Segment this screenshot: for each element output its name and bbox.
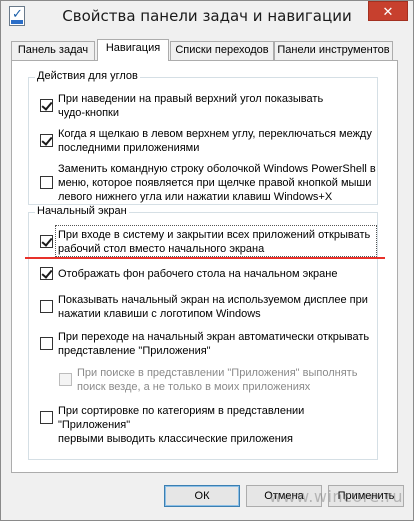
option-label: Отображать фон рабочего стола на начальн… xyxy=(58,268,338,280)
checkbox[interactable] xyxy=(40,235,53,248)
window-title: Свойства панели задач и навигации xyxy=(62,7,352,25)
tab-navigation[interactable]: Навигация xyxy=(97,39,169,61)
ok-button[interactable]: ОК xyxy=(164,485,240,507)
tab-taskbar[interactable]: Панель задач xyxy=(11,41,95,60)
cancel-button[interactable]: Отмена xyxy=(246,485,322,507)
navigation-tab-panel: Действия для углов При наведении на прав… xyxy=(11,60,398,473)
tab-toolbars[interactable]: Панели инструментов xyxy=(274,41,393,60)
option-search-everywhere[interactable]: При поиске в представлении "Приложения" … xyxy=(29,364,377,394)
start-screen-group: Начальный экран При входе в систему и за… xyxy=(28,205,378,460)
option-start-on-active-display[interactable]: Показывать начальный экран на используем… xyxy=(29,291,377,321)
option-charms-top-right[interactable]: При наведении на правый верхний угол пок… xyxy=(29,90,377,120)
option-desktop-apps-first[interactable]: При сортировке по категориям в представл… xyxy=(29,402,377,445)
option-powershell-winx[interactable]: Заменить командную строку оболочкой Wind… xyxy=(29,160,377,204)
close-button[interactable]: ✕ xyxy=(368,1,408,21)
apply-button[interactable]: Применить xyxy=(328,485,404,507)
tab-strip: Панель задач Навигация Списки переходов … xyxy=(11,39,407,61)
taskbar-navigation-properties-window: ✓ Свойства панели задач и навигации ✕ Па… xyxy=(0,0,414,521)
option-label: Показывать начальный экран на используем… xyxy=(58,294,368,320)
checkbox[interactable] xyxy=(59,373,72,386)
option-label: Заменить командную строку оболочкой Wind… xyxy=(58,163,376,203)
corner-actions-group-title: Действия для углов xyxy=(35,70,140,82)
tab-jump-lists[interactable]: Списки переходов xyxy=(170,41,274,60)
checkbox[interactable] xyxy=(40,337,53,350)
checkbox[interactable] xyxy=(40,411,53,424)
title-bar[interactable]: ✓ Свойства панели задач и навигации ✕ xyxy=(1,1,413,33)
option-desktop-background-on-start[interactable]: Отображать фон рабочего стола на начальн… xyxy=(29,265,377,283)
option-switch-recent-apps[interactable]: Когда я щелкаю в левом верхнем углу, пер… xyxy=(29,125,377,155)
option-label: При поиске в представлении "Приложения" … xyxy=(77,367,358,393)
start-screen-group-title: Начальный экран xyxy=(35,205,129,217)
option-label: При наведении на правый верхний угол пок… xyxy=(58,93,324,119)
option-label: При сортировке по категориям в представл… xyxy=(58,405,305,445)
checkbox[interactable] xyxy=(40,99,53,112)
annotation-underline xyxy=(25,257,385,259)
option-label: Когда я щелкаю в левом верхнем углу, пер… xyxy=(58,128,372,154)
option-boot-to-desktop[interactable]: При входе в систему и закрытии всех прил… xyxy=(29,227,377,257)
checkbox[interactable] xyxy=(40,267,53,280)
option-label: При входе в систему и закрытии всех прил… xyxy=(58,229,371,255)
checkbox[interactable] xyxy=(40,300,53,313)
corner-actions-group: Действия для углов При наведении на прав… xyxy=(28,70,378,205)
checkbox[interactable] xyxy=(40,134,53,147)
option-open-apps-view[interactable]: При переходе на начальный экран автомати… xyxy=(29,328,377,358)
checkbox[interactable] xyxy=(40,176,53,189)
option-label: При переходе на начальный экран автомати… xyxy=(58,331,370,357)
